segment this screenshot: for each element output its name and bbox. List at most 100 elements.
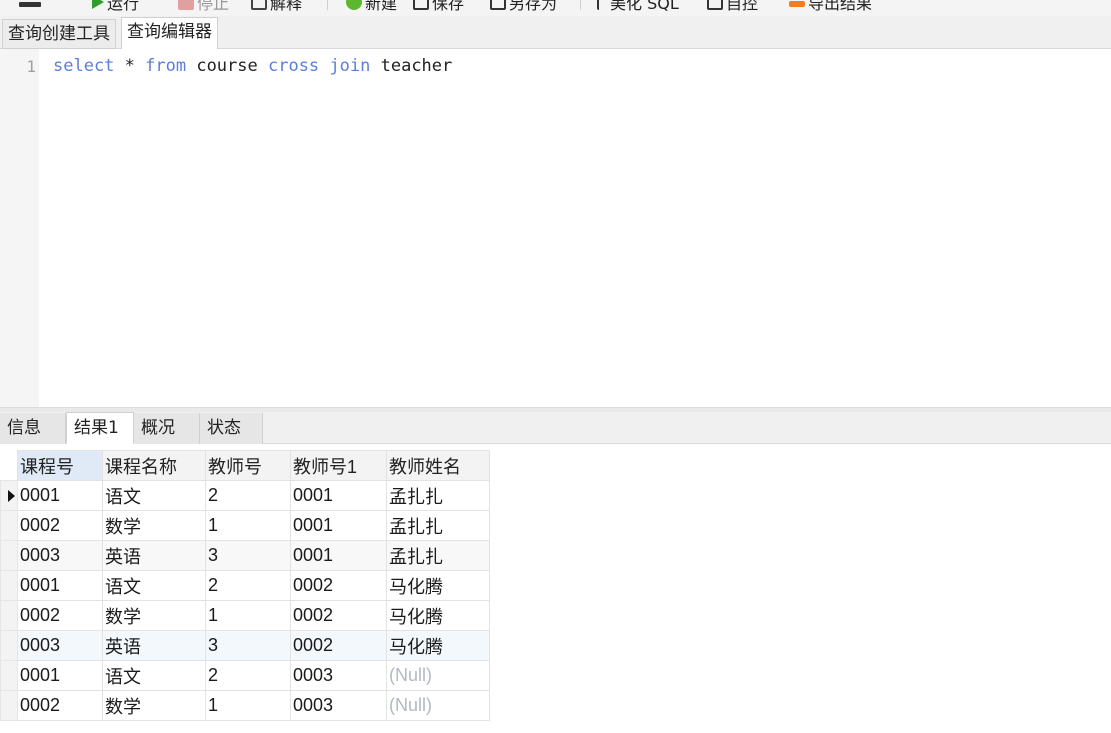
grid-cell[interactable]: 数学	[102, 600, 206, 631]
grid-cell[interactable]: 0001	[17, 570, 103, 601]
play-icon	[92, 0, 104, 9]
grid-cell[interactable]: (Null)	[386, 690, 490, 721]
grid-cell[interactable]: 0001	[290, 480, 387, 511]
table-row[interactable]: 0001 语文 2 0002 马化腾	[0, 570, 490, 601]
sql-editor[interactable]: 1 select * from course cross join teache…	[0, 49, 1111, 407]
export-icon	[789, 1, 805, 7]
grid-cell[interactable]: 语文	[102, 660, 206, 691]
sql-keyword: from	[145, 56, 187, 76]
sql-code-line[interactable]: select * from course cross join teacher	[53, 56, 452, 76]
grid-cell[interactable]: 0001	[17, 660, 103, 691]
grid-cell[interactable]: 数学	[102, 690, 206, 721]
grid-cell[interactable]: 0001	[290, 510, 387, 541]
grid-cell[interactable]: 孟扎扎	[386, 510, 490, 541]
grid-cell[interactable]: 1	[205, 690, 291, 721]
row-indicator[interactable]	[0, 690, 18, 721]
grid-cell[interactable]: 0003	[17, 630, 103, 661]
save-button[interactable]: 保存	[413, 0, 464, 13]
tab-query-builder[interactable]: 查询创建工具	[2, 19, 116, 49]
save-as-icon	[490, 0, 506, 10]
table-row[interactable]: 0001 语文 2 0001 孟扎扎	[0, 480, 490, 511]
grid-cell[interactable]: 1	[205, 510, 291, 541]
grid-cell[interactable]: 1	[205, 600, 291, 631]
export-result-button[interactable]: 导出结果	[789, 0, 872, 13]
grid-cell[interactable]: 0002	[290, 570, 387, 601]
run-button[interactable]: 运行	[92, 0, 139, 13]
row-indicator[interactable]	[0, 630, 18, 661]
sql-token: teacher	[370, 56, 453, 76]
grid-cell[interactable]: 孟扎扎	[386, 540, 490, 571]
grid-header-row: 课程号 课程名称 教师号 教师号1 教师姓名	[0, 450, 490, 481]
row-indicator[interactable]	[0, 480, 18, 511]
save-icon	[413, 0, 429, 10]
result-grid[interactable]: 课程号 课程名称 教师号 教师号1 教师姓名 0001 语文 2 0001 孟扎扎 000…	[0, 450, 490, 721]
grid-cell[interactable]: 0001	[290, 540, 387, 571]
snippet-icon	[707, 0, 723, 10]
grid-cell[interactable]: 0002	[17, 510, 103, 541]
sql-token: course	[186, 56, 268, 76]
grid-cell[interactable]: 数学	[102, 510, 206, 541]
grid-cell[interactable]: 0001	[17, 480, 103, 511]
column-header[interactable]: 教师姓名	[386, 450, 490, 481]
explain-button[interactable]: 解释	[251, 0, 302, 13]
sql-keyword: cross	[267, 56, 320, 76]
result-tab-strip: 信息 结果1 概况 状态	[0, 412, 1111, 444]
grid-cell[interactable]: (Null)	[386, 660, 490, 691]
grid-cell[interactable]: 英语	[102, 540, 206, 571]
table-row[interactable]: 0002 数学 1 0003 (Null)	[0, 690, 490, 721]
explain-icon	[251, 0, 267, 10]
menu-icon[interactable]	[19, 2, 41, 7]
snippet-button[interactable]: 自控	[707, 0, 758, 13]
beautify-sql-button[interactable]: 美化 SQL	[597, 0, 679, 13]
sql-token: *	[114, 56, 146, 76]
grid-cell[interactable]: 语文	[102, 570, 206, 601]
grid-cell[interactable]: 语文	[102, 480, 206, 511]
column-header[interactable]: 课程号	[17, 450, 103, 481]
toolbar-separator	[327, 0, 328, 10]
line-gutter: 1	[0, 49, 39, 407]
grid-cell[interactable]: 0003	[17, 540, 103, 571]
save-as-button[interactable]: 另存为	[490, 0, 557, 13]
column-header[interactable]: 课程名称	[102, 450, 206, 481]
grid-cell[interactable]: 马化腾	[386, 600, 490, 631]
new-button[interactable]: 新建	[346, 0, 397, 13]
beautify-icon	[597, 0, 607, 10]
grid-cell[interactable]: 马化腾	[386, 570, 490, 601]
stop-button[interactable]: 停止	[178, 0, 229, 13]
table-row[interactable]: 0002 数学 1 0001 孟扎扎	[0, 510, 490, 541]
row-indicator[interactable]	[0, 570, 18, 601]
grid-cell[interactable]: 0003	[290, 690, 387, 721]
grid-cell[interactable]: 孟扎扎	[386, 480, 490, 511]
grid-cell[interactable]: 0002	[290, 600, 387, 631]
table-row[interactable]: 0002 数学 1 0002 马化腾	[0, 600, 490, 631]
column-header[interactable]: 教师号1	[290, 450, 387, 481]
tab-status[interactable]: 状态	[200, 413, 263, 444]
grid-cell[interactable]: 3	[205, 540, 291, 571]
grid-cell[interactable]: 英语	[102, 630, 206, 661]
grid-cell[interactable]: 3	[205, 630, 291, 661]
column-header[interactable]: 教师号	[205, 450, 291, 481]
row-indicator[interactable]	[0, 660, 18, 691]
tab-result-1[interactable]: 结果1	[66, 412, 134, 444]
grid-cell[interactable]: 0002	[17, 690, 103, 721]
table-row[interactable]: 0003 英语 3 0001 孟扎扎	[0, 540, 490, 571]
table-row[interactable]: 0001 语文 2 0003 (Null)	[0, 660, 490, 691]
tab-info[interactable]: 信息	[0, 413, 66, 444]
grid-cell[interactable]: 2	[205, 570, 291, 601]
grid-cell[interactable]: 0003	[290, 660, 387, 691]
grid-cell[interactable]: 0002	[290, 630, 387, 661]
grid-cell[interactable]: 2	[205, 660, 291, 691]
row-indicator[interactable]	[0, 510, 18, 541]
new-icon	[346, 0, 362, 10]
table-row[interactable]: 0003 英语 3 0002 马化腾	[0, 630, 490, 661]
editor-tab-strip: 查询创建工具 查询编辑器	[0, 16, 1111, 50]
tab-query-editor[interactable]: 查询编辑器	[121, 17, 218, 50]
row-indicator[interactable]	[0, 540, 18, 571]
toolbar-separator	[580, 0, 581, 10]
grid-cell[interactable]: 马化腾	[386, 630, 490, 661]
grid-cell[interactable]: 2	[205, 480, 291, 511]
toolbar: 运行 停止 解释 新建 保存 另存为 美化 SQL 自控 导出结果	[0, 0, 1111, 16]
tab-profile[interactable]: 概况	[134, 413, 200, 444]
grid-cell[interactable]: 0002	[17, 600, 103, 631]
row-indicator[interactable]	[0, 600, 18, 631]
